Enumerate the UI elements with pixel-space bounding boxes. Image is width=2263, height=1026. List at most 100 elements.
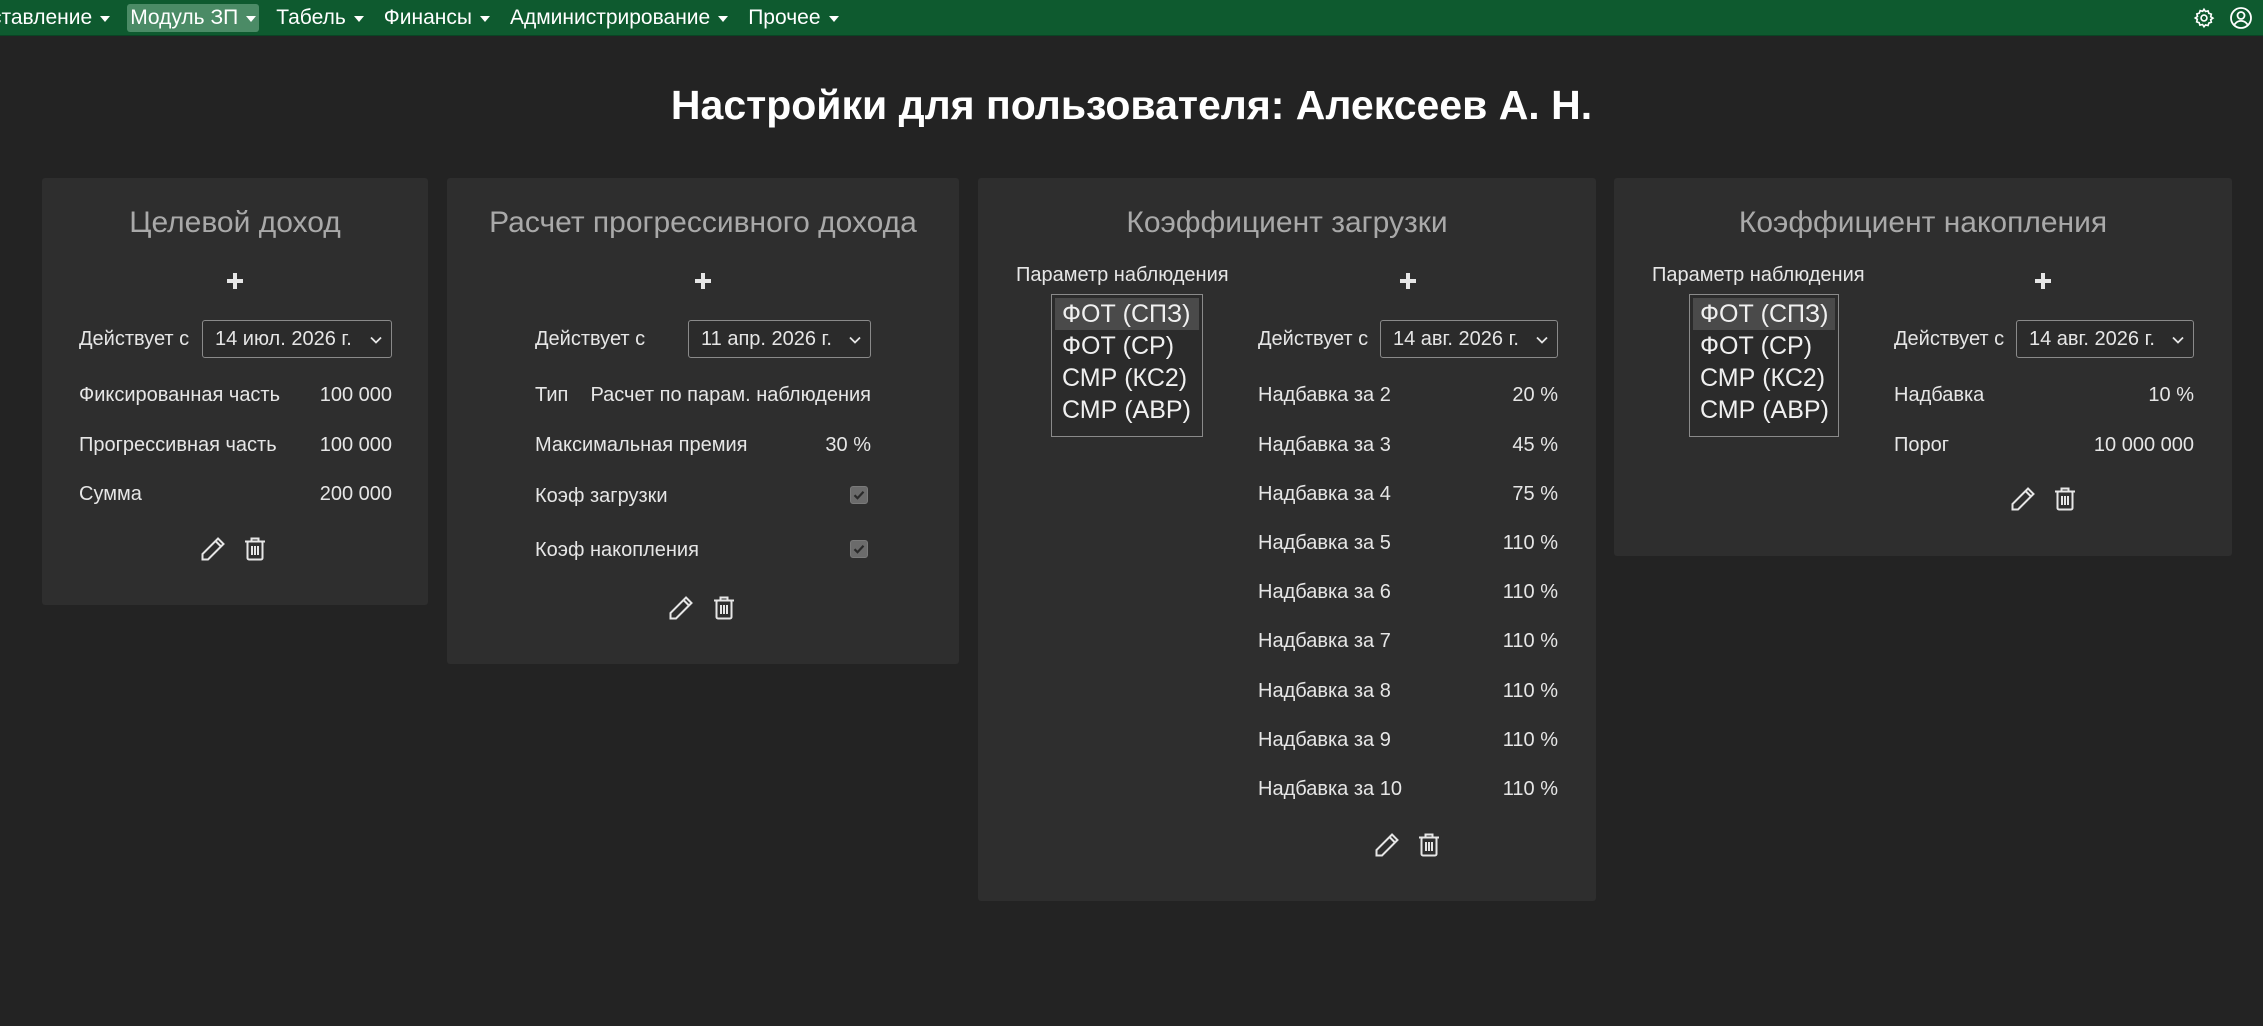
markup-value: 110 % — [1502, 778, 1558, 800]
effective-date-value: 11 апр. 2026 г. — [701, 327, 832, 350]
markup-label: Надбавка за 9 — [1258, 729, 1391, 751]
card-accumulation-coefficient: Коэффициент накопления Параметр наблюден… — [1614, 178, 2232, 556]
caret-down-icon — [100, 16, 111, 22]
trash-icon[interactable] — [240, 534, 270, 564]
user-circle-icon[interactable] — [2229, 6, 2253, 30]
menu-item-administration[interactable]: Администрирование — [507, 4, 731, 32]
effective-date-value: 14 авг. 2026 г. — [1393, 327, 1519, 350]
max-bonus-label: Максимальная премия — [535, 434, 748, 456]
chevron-down-icon — [1536, 336, 1548, 344]
threshold-value: 10 000 000 — [2093, 434, 2194, 456]
effective-date-select[interactable]: 14 авг. 2026 г. — [2016, 320, 2194, 358]
markup-value: 20 % — [1512, 384, 1558, 406]
progressive-part-label: Прогрессивная часть — [79, 434, 277, 456]
effective-from-label: Действует с — [79, 328, 190, 350]
param-option[interactable]: СМР (КС2) — [1693, 362, 1835, 394]
trash-icon[interactable] — [2050, 484, 2080, 514]
card-title: Расчет прогрессивного дохода — [489, 206, 917, 239]
markup-label: Надбавка за 5 — [1258, 532, 1391, 554]
chevron-down-icon — [370, 336, 382, 344]
caret-down-icon — [828, 16, 839, 22]
markup-label: Надбавка за 2 — [1258, 384, 1391, 406]
markup-value: 110 % — [1502, 581, 1558, 603]
markup-value: 110 % — [1502, 532, 1558, 554]
topbar-actions — [2193, 0, 2253, 36]
menu-item-label: Табель — [276, 6, 346, 29]
effective-date-value: 14 июл. 2026 г. — [215, 327, 352, 350]
menu-item-label: Администрирование — [509, 6, 711, 29]
menu-item-timesheet[interactable]: Табель — [273, 4, 367, 32]
trash-icon[interactable] — [709, 593, 739, 623]
card-title: Коэффициент накопления — [1738, 206, 2108, 239]
menu-item-reports[interactable]: ставление — [0, 4, 113, 32]
markup-label: Надбавка за 8 — [1258, 680, 1391, 702]
param-option[interactable]: СМР (АВР) — [1693, 394, 1835, 426]
caret-down-icon — [479, 16, 490, 22]
effective-from-label: Действует с — [535, 328, 646, 350]
param-option[interactable]: ФОТ (СПЗ) — [1055, 298, 1199, 330]
markup-label: Надбавка за 6 — [1258, 581, 1391, 603]
accum-coef-label: Коэф накопления — [535, 539, 699, 561]
effective-from-label: Действует с — [1258, 328, 1369, 350]
markup-label: Надбавка — [1894, 384, 1985, 406]
max-bonus-value: 30 % — [825, 434, 871, 456]
param-option[interactable]: ФОТ (СР) — [1693, 330, 1835, 362]
page-title: Настройки для пользователя: Алексеев А. … — [670, 82, 1593, 128]
param-option[interactable]: ФОТ (СПЗ) — [1693, 298, 1835, 330]
gear-icon[interactable] — [2193, 7, 2215, 29]
markup-label: Надбавка за 3 — [1258, 434, 1391, 456]
param-listbox[interactable]: ФОТ (СПЗ) ФОТ (СР) СМР (КС2) СМР (АВР) — [1051, 294, 1203, 437]
fixed-part-value: 100 000 — [319, 384, 392, 406]
effective-date-select[interactable]: 14 июл. 2026 г. — [202, 320, 392, 358]
trash-icon[interactable] — [1414, 830, 1444, 860]
effective-date-select[interactable]: 11 апр. 2026 г. — [688, 320, 871, 358]
markup-value: 45 % — [1512, 434, 1558, 456]
card-load-coefficient: Коэффициент загрузки Параметр наблюдения… — [978, 178, 1596, 901]
edit-pencil-icon[interactable] — [666, 593, 696, 623]
markup-value: 110 % — [1502, 630, 1558, 652]
menu-item-other[interactable]: Прочее — [745, 4, 841, 32]
param-listbox[interactable]: ФОТ (СПЗ) ФОТ (СР) СМР (КС2) СМР (АВР) — [1689, 294, 1839, 437]
card-title: Коэффициент загрузки — [1126, 206, 1448, 239]
markup-label: Надбавка за 4 — [1258, 483, 1391, 505]
add-plus-icon[interactable] — [2034, 272, 2052, 290]
card-target-income: Целевой доход Действует с 14 июл. 2026 г… — [42, 178, 428, 605]
sum-label: Сумма — [79, 483, 142, 505]
markup-value: 110 % — [1502, 680, 1558, 702]
param-option[interactable]: СМР (АВР) — [1055, 394, 1199, 426]
edit-pencil-icon[interactable] — [2008, 484, 2038, 514]
accum-coef-checkbox[interactable] — [850, 540, 868, 558]
menu-item-label: Финансы — [383, 6, 472, 29]
fixed-part-label: Фиксированная часть — [79, 384, 281, 406]
add-plus-icon[interactable] — [694, 272, 712, 290]
markup-value: 110 % — [1502, 729, 1558, 751]
add-plus-icon[interactable] — [1399, 272, 1417, 290]
effective-date-value: 14 авг. 2026 г. — [2029, 327, 2155, 350]
type-value: Расчет по парам. наблюдения — [590, 384, 871, 406]
load-coef-label: Коэф загрузки — [535, 485, 668, 507]
load-coef-checkbox[interactable] — [850, 486, 868, 504]
markup-value: 75 % — [1512, 483, 1558, 505]
edit-pencil-icon[interactable] — [1372, 830, 1402, 860]
param-label: Параметр наблюдения — [1016, 264, 1229, 286]
top-navbar: ставление Модуль ЗП Табель Финансы Админ… — [0, 0, 2263, 36]
type-label: Тип — [535, 384, 569, 406]
menu-item-label: Модуль ЗП — [130, 6, 239, 29]
markup-label: Надбавка за 7 — [1258, 630, 1391, 652]
markup-label: Надбавка за 10 — [1258, 778, 1402, 800]
menu-item-label: Прочее — [748, 6, 821, 29]
main-menu: ставление Модуль ЗП Табель Финансы Админ… — [0, 0, 856, 36]
effective-from-label: Действует с — [1894, 328, 2005, 350]
param-option[interactable]: ФОТ (СР) — [1055, 330, 1199, 362]
menu-item-salary-module[interactable]: Модуль ЗП — [127, 4, 260, 32]
checkmark-icon — [853, 490, 865, 500]
edit-pencil-icon[interactable] — [198, 534, 228, 564]
card-title: Целевой доход — [129, 206, 341, 239]
menu-item-finance[interactable]: Финансы — [381, 4, 493, 32]
sum-value: 200 000 — [319, 483, 392, 505]
progressive-part-value: 100 000 — [319, 434, 392, 456]
checkmark-icon — [853, 544, 865, 554]
effective-date-select[interactable]: 14 авг. 2026 г. — [1380, 320, 1558, 358]
add-plus-icon[interactable] — [226, 272, 244, 290]
param-option[interactable]: СМР (КС2) — [1055, 362, 1199, 394]
